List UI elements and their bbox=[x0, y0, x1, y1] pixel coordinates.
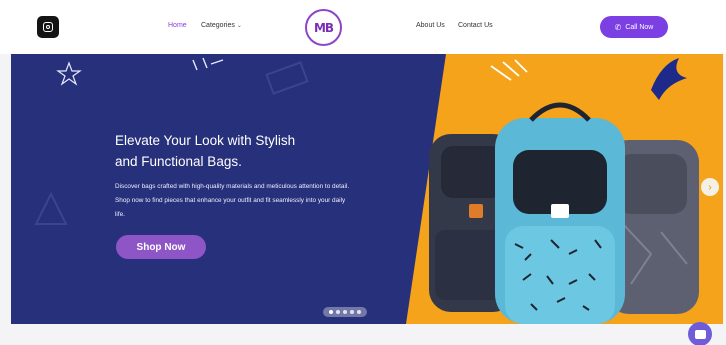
site-header: Home Categories ⌄ MB About Us Contact Us … bbox=[0, 0, 726, 54]
instagram-icon-lens bbox=[46, 25, 50, 29]
call-now-label: Call Now bbox=[625, 23, 654, 31]
chevron-right-icon[interactable]: › bbox=[701, 178, 719, 196]
call-now-button[interactable]: ✆ Call Now bbox=[600, 16, 668, 38]
backpack-center bbox=[495, 102, 625, 324]
slider-dot[interactable] bbox=[343, 310, 347, 314]
hero-title: Elevate Your Look with Stylish and Funct… bbox=[115, 130, 355, 172]
nav-about-link[interactable]: About Us bbox=[416, 22, 445, 29]
chat-icon[interactable] bbox=[688, 322, 712, 345]
slider-dot[interactable] bbox=[357, 310, 361, 314]
nav-contact-link[interactable]: Contact Us bbox=[458, 22, 493, 29]
slider-dots bbox=[323, 307, 367, 317]
slider-dot[interactable] bbox=[336, 310, 340, 314]
page: Home Categories ⌄ MB About Us Contact Us … bbox=[0, 0, 726, 345]
hero-banner: Elevate Your Look with Stylish and Funct… bbox=[11, 54, 723, 324]
brand-logo[interactable]: MB bbox=[305, 9, 342, 46]
triangle-doodle bbox=[34, 191, 68, 225]
star-doodle bbox=[56, 61, 82, 86]
nav-categories-label: Categories bbox=[201, 22, 235, 29]
outline-doodle bbox=[265, 61, 309, 95]
line-doodle bbox=[192, 57, 224, 71]
slider-dot[interactable] bbox=[329, 310, 333, 314]
brand-logo-text: MB bbox=[313, 20, 334, 35]
hero-title-line2: and Functional Bags. bbox=[115, 154, 242, 169]
shop-now-button[interactable]: Shop Now bbox=[116, 235, 206, 259]
phone-icon: ✆ bbox=[614, 22, 622, 32]
slider-dot[interactable] bbox=[350, 310, 354, 314]
nav-categories-link[interactable]: Categories ⌄ bbox=[201, 22, 242, 29]
hero-description: Discover bags crafted with high-quality … bbox=[115, 183, 350, 218]
chat-bubble bbox=[694, 329, 706, 339]
hero-title-line1: Elevate Your Look with Stylish bbox=[115, 133, 296, 148]
chevron-down-icon: ⌄ bbox=[236, 23, 242, 29]
nav-home-link[interactable]: Home bbox=[168, 22, 187, 29]
instagram-icon[interactable] bbox=[37, 16, 59, 38]
